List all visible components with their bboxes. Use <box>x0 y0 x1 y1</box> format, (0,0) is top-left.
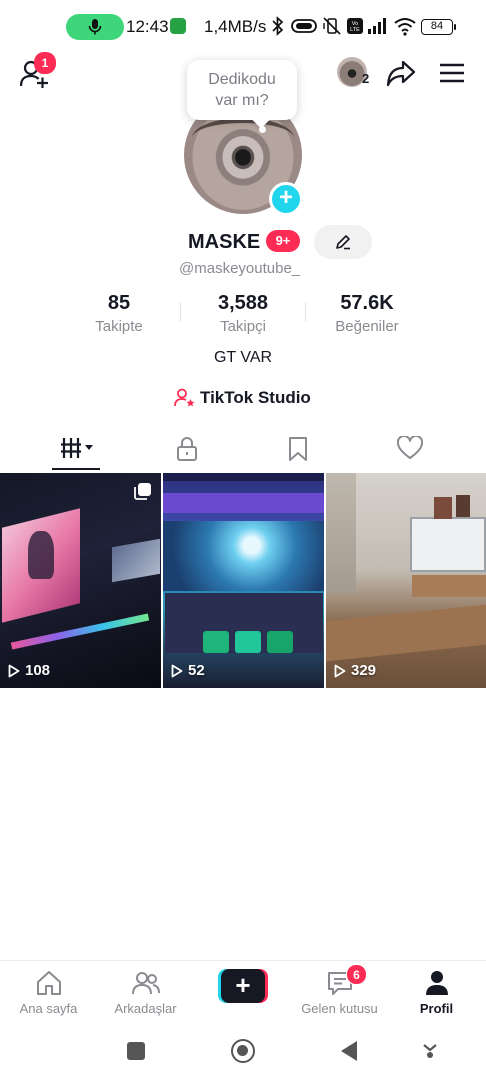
note-line-2: var mı? <box>215 92 269 109</box>
note-line-1: Dedikodu <box>208 71 276 88</box>
stat-divider <box>180 302 181 322</box>
profile-bio: GT VAR <box>213 349 273 366</box>
multi-clip-icon <box>134 483 151 500</box>
status-time: 12:43 <box>126 17 169 36</box>
bluetooth-icon <box>272 16 284 36</box>
likes-count: 57.6K <box>340 292 394 314</box>
video-preview <box>163 521 324 591</box>
network-speed: 1,4MB/s <box>204 17 267 36</box>
likes-label: Beğeniler <box>335 318 399 335</box>
add-story-button[interactable]: + <box>269 182 303 216</box>
wall-edge <box>326 473 356 593</box>
svg-text:LTE: LTE <box>350 27 360 33</box>
story-count: 2 <box>362 71 370 86</box>
home-button[interactable] <box>231 1039 255 1063</box>
play-icon <box>171 664 183 678</box>
desk <box>326 604 486 662</box>
following-label: Takipte <box>95 318 143 335</box>
page-banner <box>163 493 324 513</box>
play-icon <box>8 664 20 678</box>
tab-videos[interactable] <box>15 428 137 472</box>
home-button-dot <box>237 1045 248 1056</box>
profile-handle: @maskeyoutube_ <box>179 260 301 277</box>
thumb-card <box>203 631 229 653</box>
system-navigation <box>0 1024 486 1080</box>
nav-inbox-label: Gelen kutusu <box>301 1001 378 1016</box>
vpn-icon <box>291 19 317 33</box>
desk <box>412 575 486 597</box>
profile-icon <box>426 971 448 995</box>
signal-icon <box>368 18 386 34</box>
thumb-card <box>267 631 293 653</box>
stat-divider <box>305 302 306 322</box>
video-grid: 108 52 329 <box>0 473 486 688</box>
heart-icon <box>397 436 423 459</box>
note-bubble-dot <box>259 126 266 133</box>
microphone-icon <box>88 19 102 35</box>
battery-indicator: 84 <box>421 19 456 35</box>
nav-home-label: Ana sayfa <box>19 1001 78 1016</box>
following-stat[interactable]: 85 Takipte <box>78 292 160 335</box>
content-tabs <box>0 428 486 472</box>
notification-badge[interactable]: 9+ <box>266 230 300 252</box>
nav-home[interactable]: Ana sayfa <box>0 961 97 1025</box>
studio-person-icon <box>174 388 195 407</box>
play-icon <box>334 664 346 678</box>
studio-label: TikTok Studio <box>200 388 311 407</box>
whiteboard <box>410 517 486 572</box>
view-count-value: 52 <box>188 662 205 679</box>
nav-profile[interactable]: Profil <box>388 961 485 1025</box>
mic-active-indicator[interactable] <box>66 14 124 40</box>
nav-friends-label: Arkadaşlar <box>114 1001 177 1016</box>
video-thumbnail[interactable]: 108 <box>0 473 161 688</box>
expand-down-icon[interactable] <box>422 1041 438 1059</box>
following-count: 85 <box>107 292 131 314</box>
status-bar: 12:43 1,4MB/s Vo LTE 84 <box>0 0 486 54</box>
followers-count: 3,588 <box>217 292 269 314</box>
recents-button[interactable] <box>127 1042 145 1060</box>
friends-icon <box>132 972 160 995</box>
browser-tabbar <box>163 473 324 481</box>
bookmark-icon <box>289 437 307 461</box>
rgb-light-strip <box>10 613 150 650</box>
likes-stat[interactable]: 57.6K Beğeniler <box>322 292 412 335</box>
nav-inbox[interactable]: 6 Gelen kutusu <box>291 961 388 1025</box>
share-icon[interactable] <box>386 59 416 87</box>
active-tab-indicator <box>52 468 100 470</box>
view-count-value: 329 <box>351 662 377 679</box>
video-thumbnail[interactable]: 329 <box>326 473 486 688</box>
followers-label: Takipçi <box>220 318 266 335</box>
wifi-icon <box>394 18 416 36</box>
lock-icon <box>177 437 197 461</box>
grid-icon <box>61 438 93 458</box>
pencil-icon <box>336 235 350 250</box>
second-monitor <box>112 538 160 583</box>
whatsapp-icon <box>170 18 186 34</box>
vibrate-off-icon <box>323 17 341 35</box>
view-count-value: 108 <box>25 662 51 679</box>
tab-liked[interactable] <box>348 428 470 472</box>
back-button[interactable] <box>340 1040 358 1062</box>
nav-create[interactable]: + <box>194 961 291 1025</box>
bottom-navigation: Ana sayfa Arkadaşlar + 6 Gelen kutusu Pr… <box>0 960 486 1024</box>
video-thumbnail[interactable]: 52 <box>163 473 324 688</box>
friends-notification-badge: 1 <box>34 52 56 74</box>
tab-saved[interactable] <box>237 428 359 472</box>
followers-stat[interactable]: 3,588 Takipçi <box>197 292 289 335</box>
nav-friends[interactable]: Arkadaşlar <box>97 961 194 1025</box>
menu-icon[interactable] <box>439 63 465 83</box>
tab-private[interactable] <box>126 428 248 472</box>
nav-profile-label: Profil <box>419 1001 454 1016</box>
edit-profile-button[interactable] <box>314 225 372 259</box>
home-icon <box>37 971 61 995</box>
wall-frame <box>456 495 470 517</box>
create-plus-icon: + <box>218 969 268 1003</box>
inbox-badge: 6 <box>346 964 367 985</box>
wall-frame <box>434 497 452 519</box>
note-bubble[interactable]: Dedikodu var mı? <box>187 60 297 120</box>
thumb-card <box>235 631 261 653</box>
character-figure <box>28 531 54 579</box>
profile-username: MASKE <box>188 231 261 253</box>
volte-icon: Vo LTE <box>347 18 363 34</box>
